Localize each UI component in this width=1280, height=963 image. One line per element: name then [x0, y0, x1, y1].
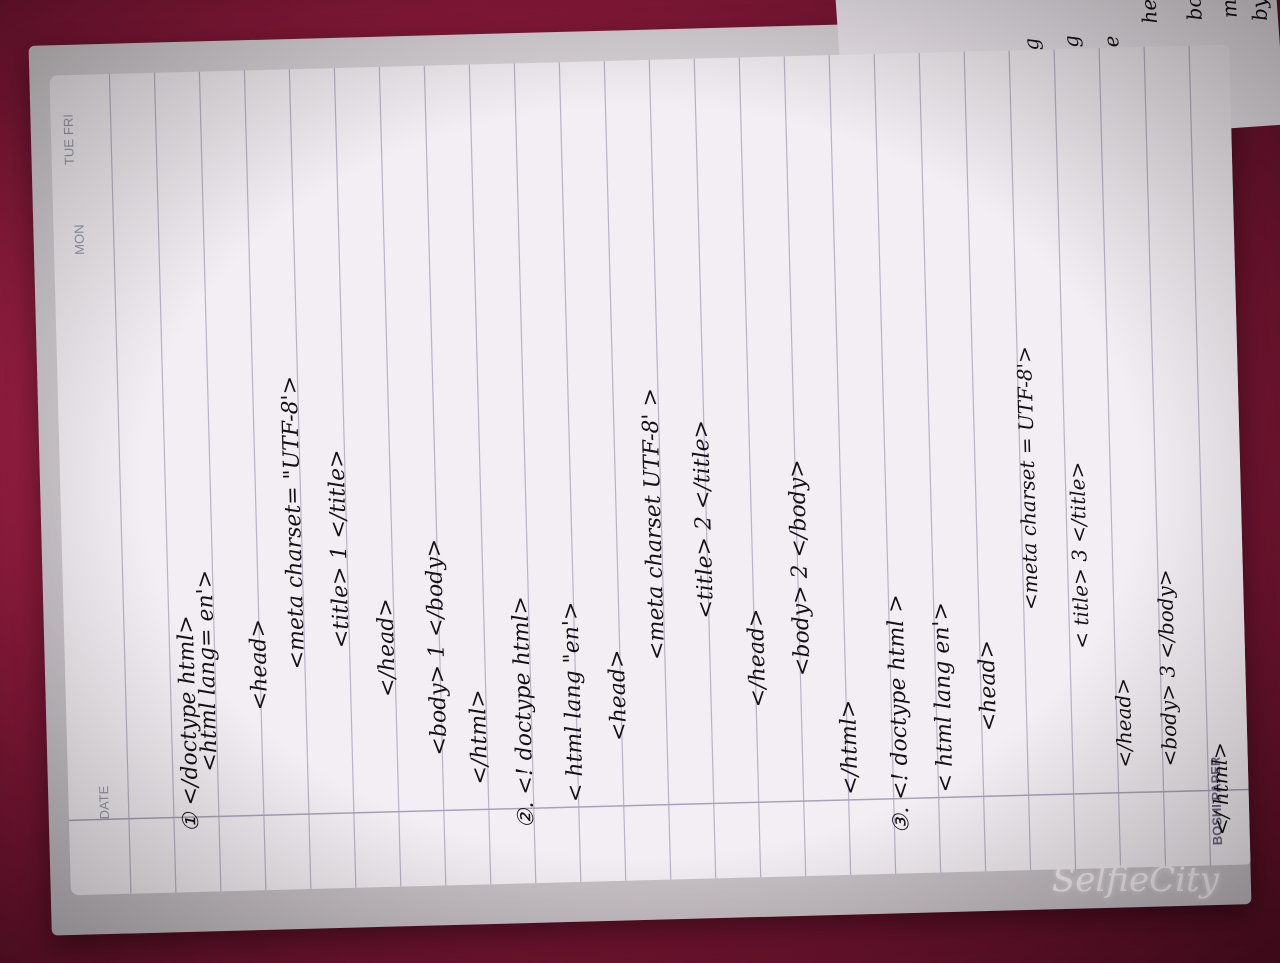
date-label: DATE — [96, 785, 112, 820]
handwritten-line: </html> — [465, 689, 494, 785]
tue-label: TUE — [61, 138, 77, 166]
right-word: mete — [1214, 0, 1241, 19]
notebook-page: DATE MON TUE FRI BOSHI PAPER ① </doctype… — [49, 44, 1251, 896]
handwritten-line: </ html> — [1207, 741, 1234, 836]
handwritten-line: <head> — [604, 649, 633, 742]
handwritten-line: </head> — [1110, 677, 1137, 768]
right-word: he — [1136, 0, 1163, 25]
fri-label: FRI — [60, 113, 77, 136]
handwritten-line: < html lang "en'> — [558, 601, 589, 803]
handwritten-line: < html lang en'> — [928, 601, 959, 793]
mon-label: MON — [71, 224, 88, 256]
handwritten-line: <title> 1 </title> — [324, 449, 355, 649]
right-word: bod — [1180, 0, 1207, 22]
handwritten-line: <head> — [245, 618, 274, 711]
handwritten-line: <body> 3 </body> — [1152, 569, 1182, 767]
handwritten-line: </head> — [743, 608, 772, 708]
notebook-photo: he bod mete byte title lang lang engl — [0, 0, 1280, 963]
watermark-logo: SelfieCity — [1052, 860, 1219, 900]
handwritten-line: < title> 3 </title> — [1064, 461, 1094, 650]
handwritten-line: <title> 2 </title> — [688, 419, 719, 619]
handwritten-line: <head> — [974, 639, 1002, 732]
handwritten-line: </head> — [373, 597, 401, 698]
right-word: byte — [1245, 0, 1272, 22]
handwritten-line: <html lang= en'> — [192, 569, 223, 772]
handwritten-line: </html> — [836, 699, 864, 796]
